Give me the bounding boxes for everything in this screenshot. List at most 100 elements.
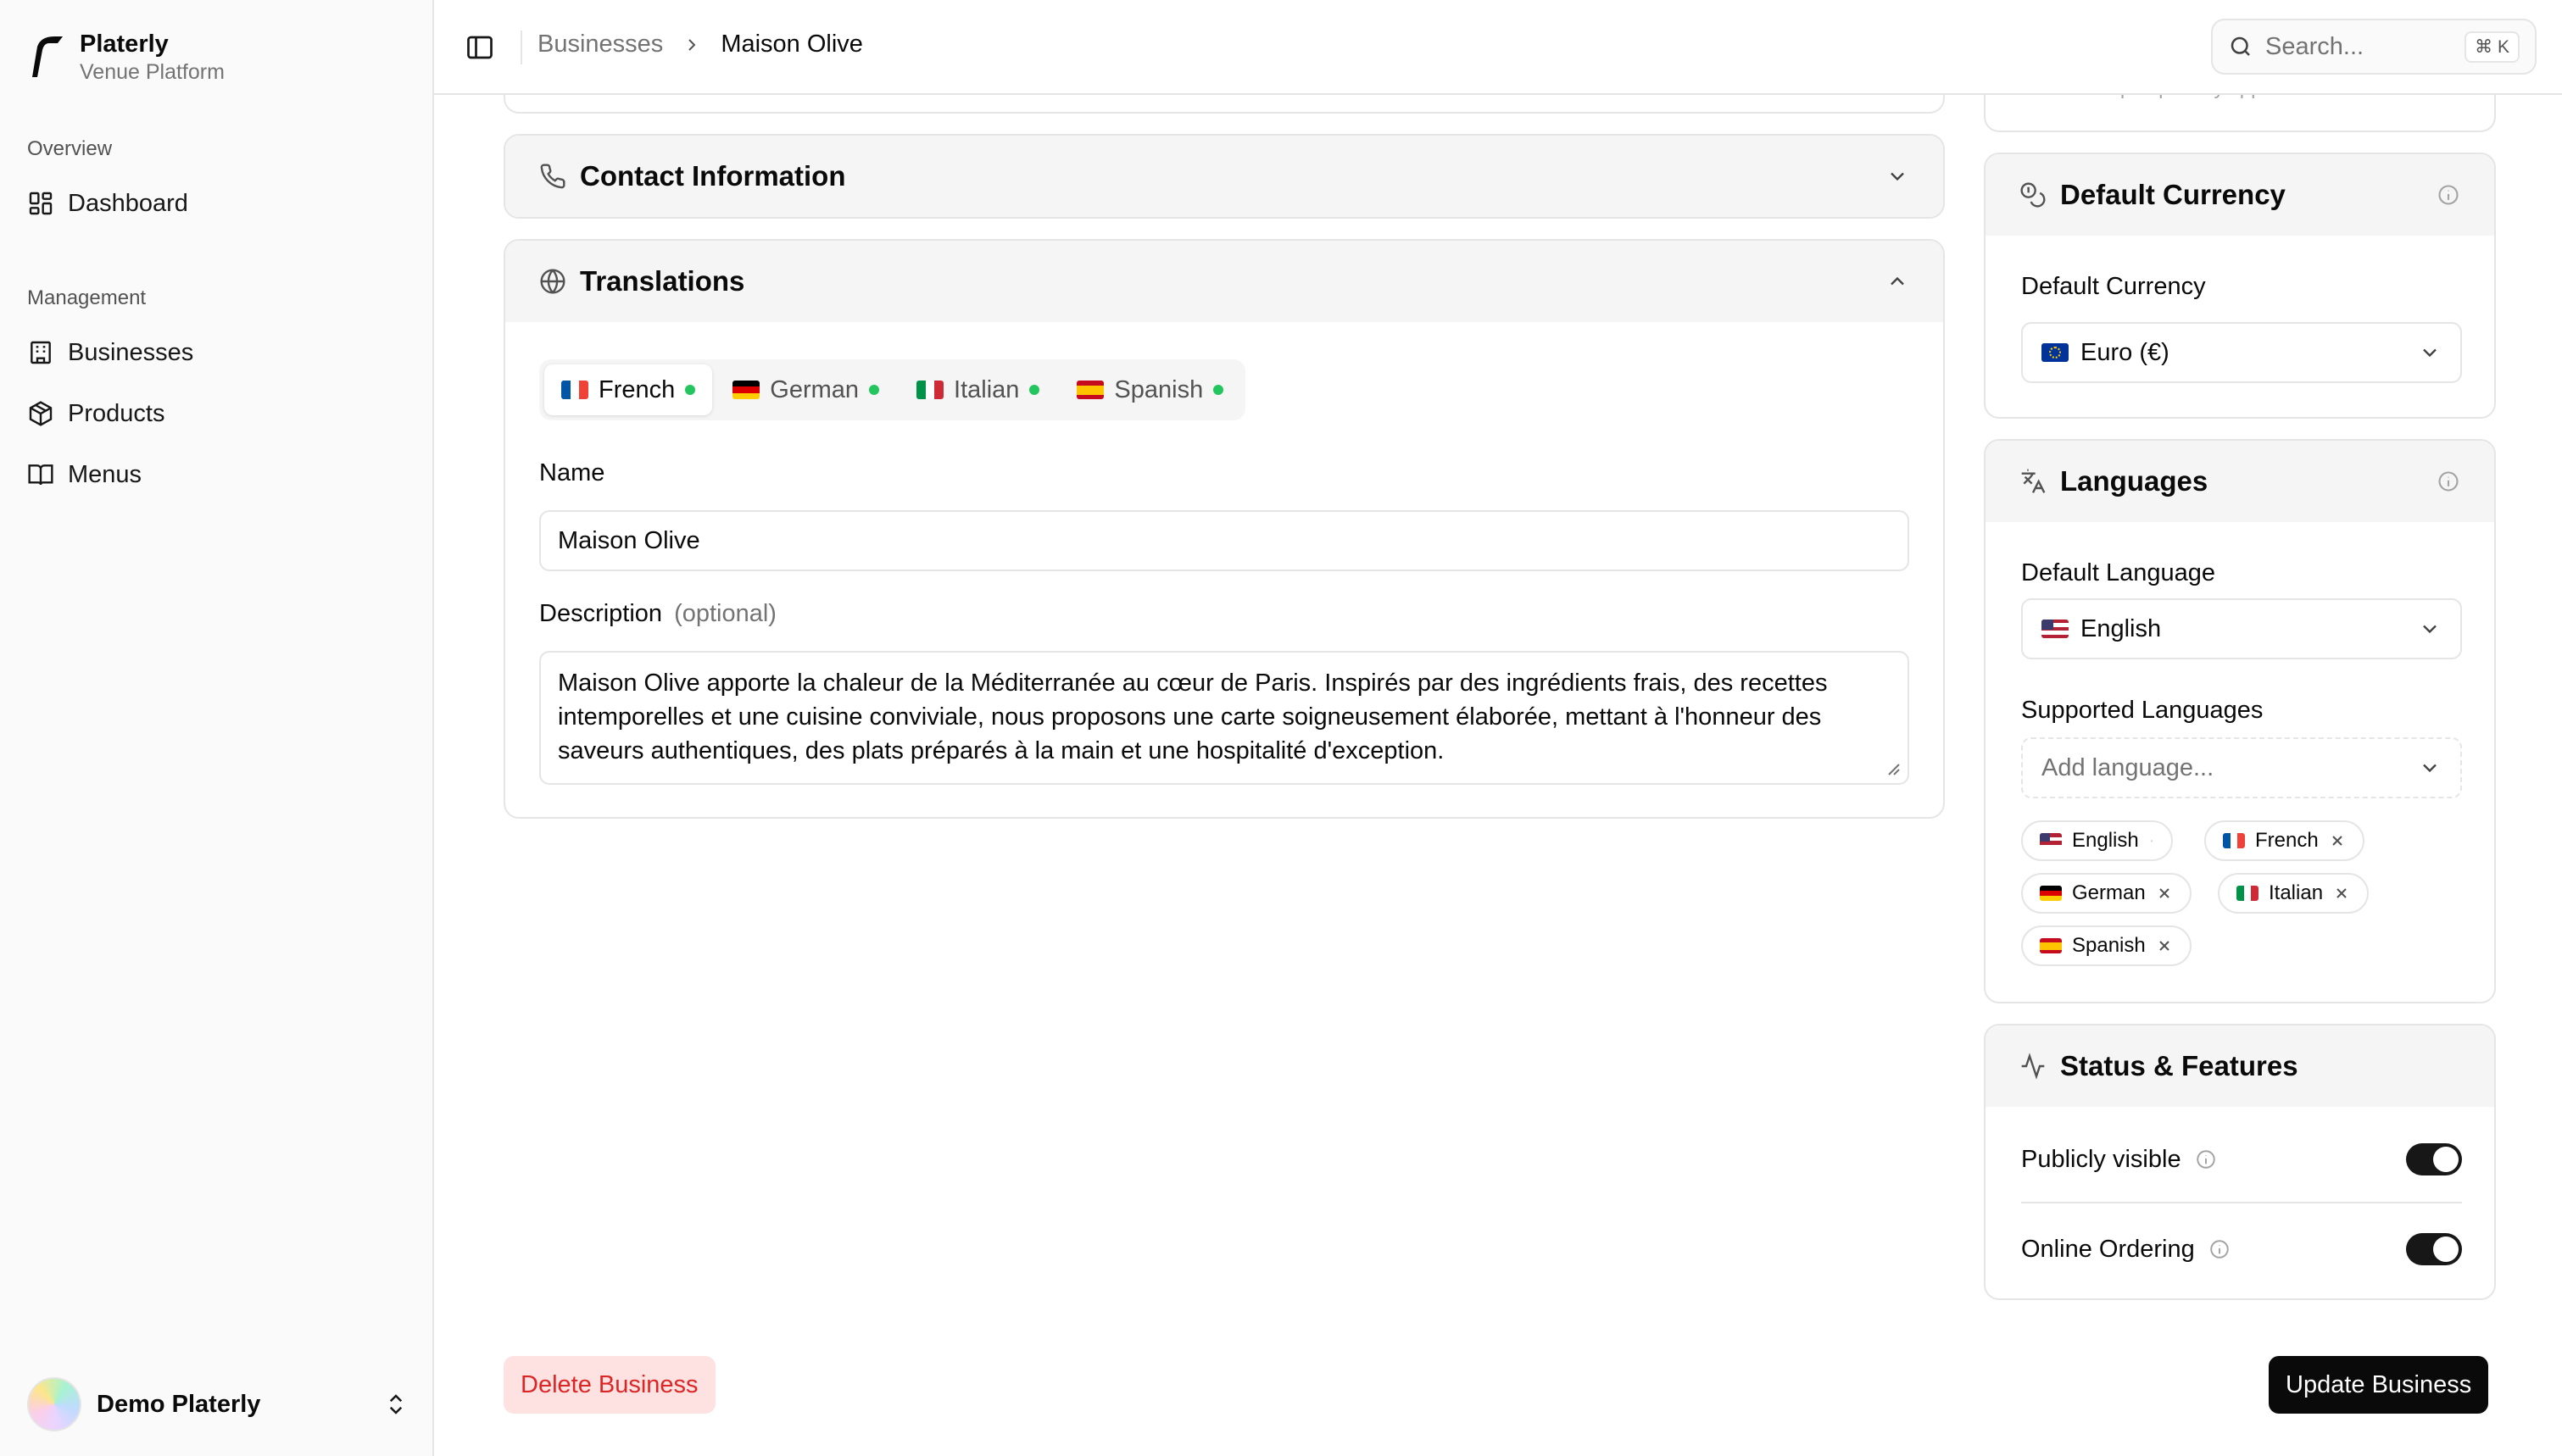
translations-header[interactable]: Translations xyxy=(505,241,1943,322)
germany-flag-icon xyxy=(2040,886,2062,901)
row-divider xyxy=(2021,1202,2462,1203)
platerly-logo-icon xyxy=(32,36,63,77)
activity-icon xyxy=(2021,1053,2045,1080)
contact-info-header[interactable]: Contact Information xyxy=(505,136,1943,217)
info-icon[interactable] xyxy=(2208,1238,2231,1260)
search-shortcut: ⌘ K xyxy=(2465,31,2520,63)
publicly-visible-label: Publicly visible xyxy=(2021,1145,2181,1173)
remove-icon[interactable] xyxy=(2156,937,2173,954)
chip-dot: · xyxy=(2148,831,2155,850)
sidebar-item-products[interactable]: Products xyxy=(27,390,409,437)
currency-title: Default Currency xyxy=(2060,179,2286,210)
status-dot xyxy=(869,385,880,395)
description-label: Description (optional) xyxy=(539,600,777,628)
italy-flag-icon xyxy=(2236,886,2258,901)
building-icon xyxy=(31,341,51,364)
sidebar-item-label: Products xyxy=(68,399,165,427)
chevrons-up-down-icon xyxy=(389,1394,403,1414)
sidebar-item-label: Businesses xyxy=(68,338,194,366)
translate-icon xyxy=(2021,469,2046,493)
package-icon xyxy=(29,401,53,426)
header-divider xyxy=(521,31,522,64)
default-language-select[interactable]: English xyxy=(2021,598,2462,659)
chevron-down-icon xyxy=(2423,764,2437,773)
tab-french[interactable]: French xyxy=(544,364,713,415)
supported-languages-label: Supported Languages xyxy=(2021,697,2264,724)
online-ordering-row: Online Ordering xyxy=(2021,1224,2462,1275)
translations-card: Translations French German Italian Spani… xyxy=(504,239,1945,819)
update-business-button[interactable]: Update Business xyxy=(2269,1356,2489,1414)
search-placeholder: Search... xyxy=(2265,32,2364,60)
chevron-down-icon xyxy=(1891,172,1904,181)
sidebar-item-label: Dashboard xyxy=(68,189,188,217)
contact-info-card[interactable]: Contact Information xyxy=(504,134,1945,219)
tab-german[interactable]: German xyxy=(716,364,896,415)
brand[interactable]: Platerly Venue Platform xyxy=(27,29,225,85)
breadcrumb: Businesses Maison Olive xyxy=(537,31,863,58)
chip-label: Spanish xyxy=(2072,934,2146,957)
name-value: Maison Olive xyxy=(558,526,700,554)
languages-header: Languages xyxy=(1986,441,2494,522)
name-field[interactable]: Maison Olive xyxy=(539,510,1909,571)
language-chip-spanish: Spanish xyxy=(2021,925,2192,966)
tab-label: French xyxy=(599,375,676,403)
coins-icon xyxy=(2020,182,2046,208)
brand-name: Platerly xyxy=(80,31,169,58)
germany-flag-icon xyxy=(732,381,760,399)
currency-card: Default Currency Default Currency Euro (… xyxy=(1984,153,2496,419)
search-icon xyxy=(2231,36,2250,56)
book-icon xyxy=(28,464,53,486)
breadcrumb-businesses[interactable]: Businesses xyxy=(537,31,663,58)
tab-italian[interactable]: Italian xyxy=(899,364,1056,415)
language-tabs: French German Italian Spanish xyxy=(539,359,1246,420)
status-header: Status & Features xyxy=(1986,1025,2494,1107)
description-optional: (optional) xyxy=(674,600,777,627)
default-language-value: English xyxy=(2080,614,2162,642)
spain-flag-icon xyxy=(2040,938,2062,953)
top-bar: Businesses Maison Olive Search... ⌘ K xyxy=(434,0,2562,95)
sidebar-item-menus[interactable]: Menus xyxy=(27,451,409,498)
user-name: Demo Platerly xyxy=(97,1390,261,1418)
status-dot xyxy=(1029,385,1040,395)
online-ordering-toggle[interactable] xyxy=(2406,1233,2462,1265)
remove-icon[interactable] xyxy=(2329,832,2346,849)
spain-flag-icon xyxy=(1077,381,1105,399)
chevron-down-icon xyxy=(2423,348,2437,358)
avatar xyxy=(27,1377,81,1431)
add-language-select[interactable]: Add language... xyxy=(2021,737,2462,798)
breadcrumb-current: Maison Olive xyxy=(721,31,863,58)
globe-icon xyxy=(540,269,565,294)
delete-business-button[interactable]: Delete Business xyxy=(504,1356,716,1414)
eu-flag-icon xyxy=(2041,343,2069,362)
tab-label: Italian xyxy=(954,375,1020,403)
phone-icon xyxy=(540,164,565,189)
remove-icon[interactable] xyxy=(2333,885,2350,902)
nav-group-management: Management xyxy=(27,286,147,309)
currency-value: Euro (€) xyxy=(2080,338,2169,366)
info-icon[interactable] xyxy=(2437,470,2460,493)
online-ordering-label: Online Ordering xyxy=(2021,1235,2195,1263)
info-icon[interactable] xyxy=(2437,183,2460,207)
italy-flag-icon xyxy=(916,381,944,399)
remove-icon[interactable] xyxy=(2156,885,2173,902)
tab-spanish[interactable]: Spanish xyxy=(1060,364,1240,415)
sidebar-item-businesses[interactable]: Businesses xyxy=(27,329,409,376)
currency-header: Default Currency xyxy=(1986,154,2494,236)
description-field[interactable]: Maison Olive apporte la chaleur de la Mé… xyxy=(539,651,1909,785)
status-dot xyxy=(1213,385,1224,395)
search-input[interactable]: Search... ⌘ K xyxy=(2211,19,2537,75)
sidebar-toggle-icon[interactable] xyxy=(465,32,495,63)
translations-title: Translations xyxy=(580,265,745,297)
publicly-visible-toggle[interactable] xyxy=(2406,1143,2462,1175)
user-menu[interactable]: Demo Platerly xyxy=(27,1376,409,1432)
info-icon[interactable] xyxy=(2195,1148,2217,1170)
chevron-down-icon xyxy=(2423,625,2437,634)
languages-title: Languages xyxy=(2060,465,2208,497)
description-value: Maison Olive apporte la chaleur de la Mé… xyxy=(558,670,1828,764)
publicly-visible-row: Publicly visible xyxy=(2021,1134,2462,1185)
sidebar-item-dashboard[interactable]: Dashboard xyxy=(27,180,409,227)
resize-handle-icon[interactable] xyxy=(1884,759,1901,776)
language-chip-french: French xyxy=(2204,820,2364,861)
status-title: Status & Features xyxy=(2060,1050,2298,1081)
currency-select[interactable]: Euro (€) xyxy=(2021,322,2462,383)
